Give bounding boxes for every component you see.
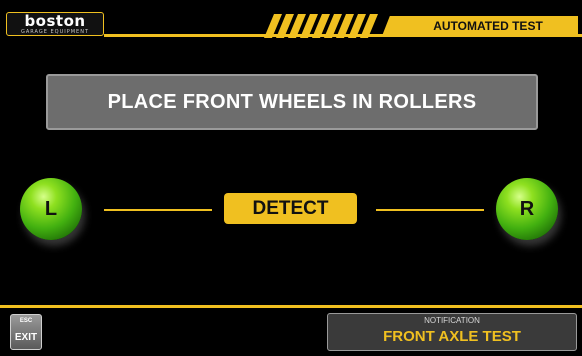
detect-button[interactable]: DETECT — [224, 193, 357, 224]
screen-title: AUTOMATED TEST — [433, 19, 543, 33]
notification-label: NOTIFICATION — [424, 316, 480, 325]
instruction-panel: PLACE FRONT WHEELS IN ROLLERS — [46, 74, 538, 130]
stripes-decoration — [264, 14, 378, 38]
boston-logo: boston GARAGE EQUIPMENT — [6, 12, 104, 36]
left-wheel-indicator: L — [20, 178, 82, 240]
header-bar: boston GARAGE EQUIPMENT AUTOMATED TEST — [0, 0, 582, 40]
right-connector-line — [376, 209, 484, 211]
footer-divider — [0, 305, 582, 308]
exit-label: EXIT — [14, 332, 38, 343]
logo-text: boston — [24, 12, 86, 30]
left-connector-line — [104, 209, 212, 211]
exit-button[interactable]: ESC EXIT — [10, 314, 42, 350]
right-wheel-label: R — [519, 198, 535, 220]
notification-text: FRONT AXLE TEST — [383, 328, 521, 345]
right-wheel-indicator: R — [496, 178, 558, 240]
logo-subtitle: GARAGE EQUIPMENT — [20, 29, 90, 35]
notification-panel: NOTIFICATION FRONT AXLE TEST — [327, 313, 577, 351]
left-wheel-label: L — [44, 198, 58, 220]
esc-key-label: ESC — [19, 318, 33, 324]
